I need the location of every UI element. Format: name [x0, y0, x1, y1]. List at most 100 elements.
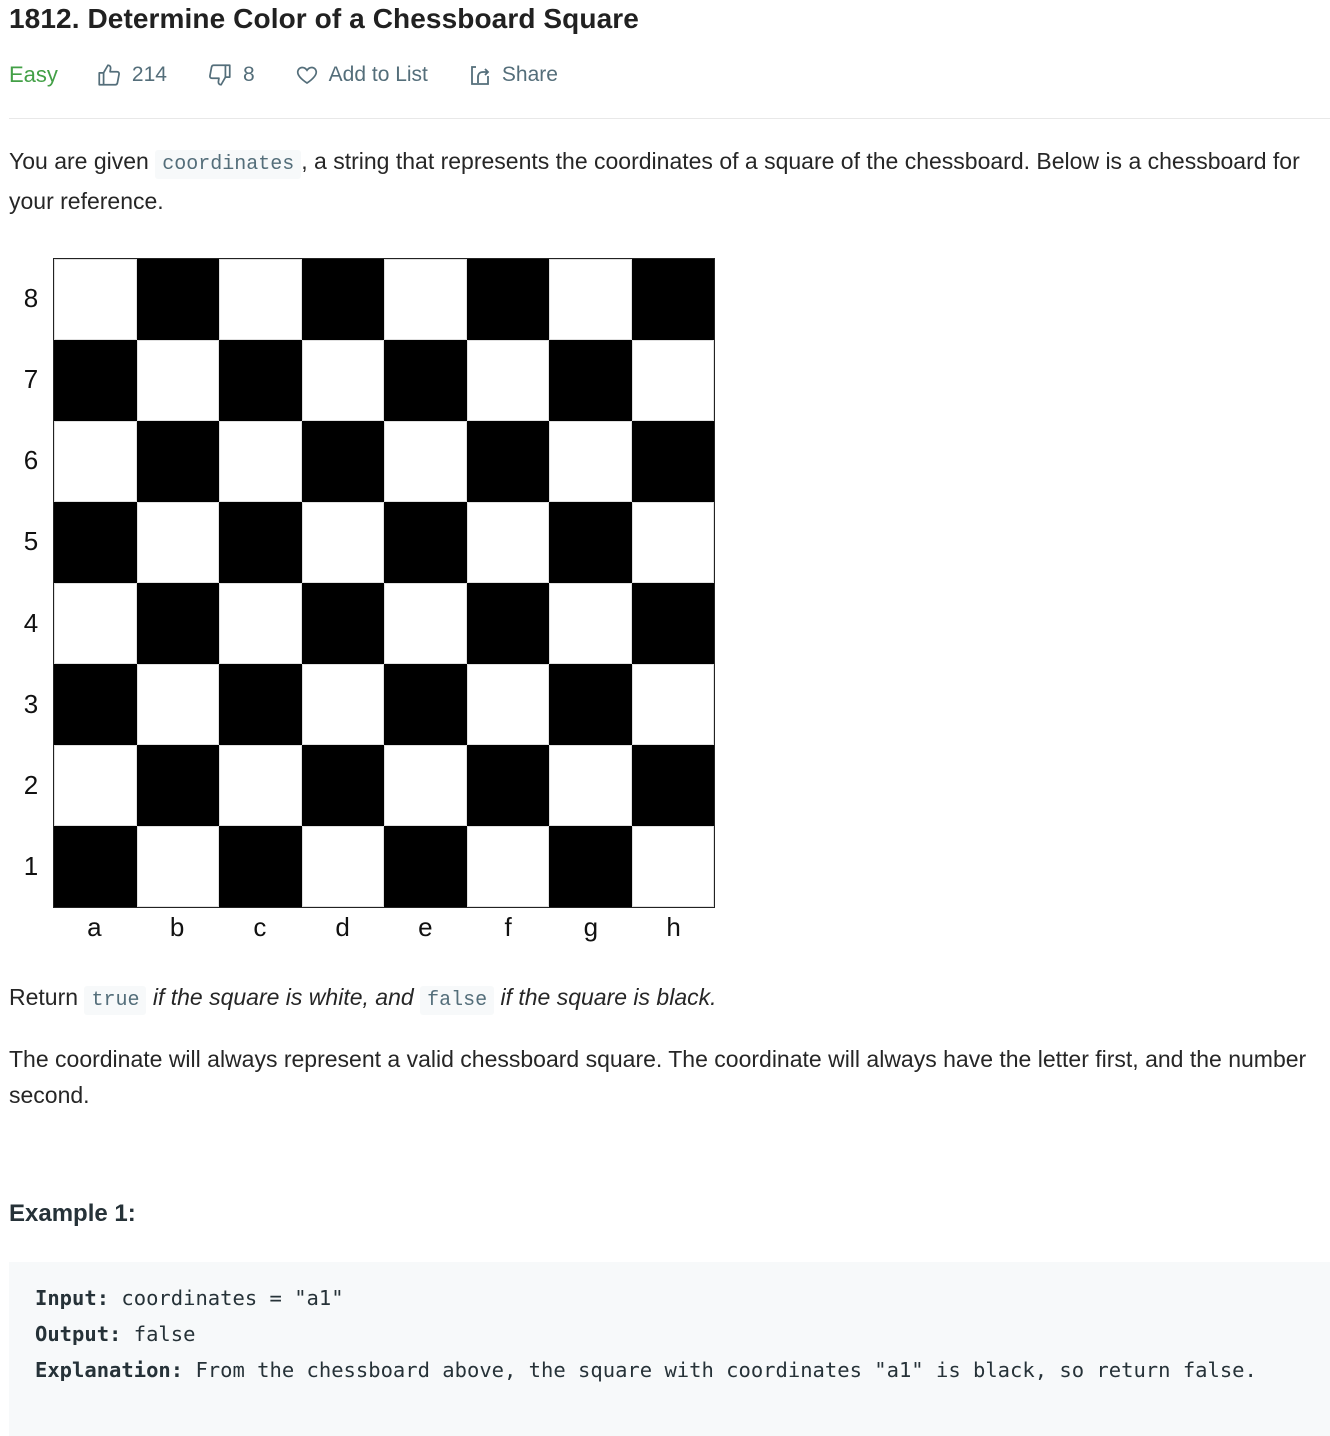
dislike-count: 8: [242, 63, 255, 86]
square-e2: [384, 745, 467, 826]
example-input-line: Input: coordinates = "a1": [35, 1286, 344, 1310]
square-b4: [136, 583, 219, 664]
file-label: a: [87, 912, 102, 942]
square-g2: [549, 745, 632, 826]
file-label: b: [169, 912, 185, 942]
square-g4: [549, 583, 632, 664]
square-d2: [301, 745, 384, 826]
file-label: d: [335, 912, 350, 942]
problem-meta-bar: Easy 214 8 Add to List Share: [9, 58, 598, 92]
square-c1: [219, 826, 302, 907]
square-b8: [136, 259, 219, 340]
square-a2: [54, 745, 137, 826]
file-label: e: [418, 912, 433, 942]
square-e3: [384, 664, 467, 745]
square-h7: [631, 340, 714, 421]
square-b2: [136, 745, 219, 826]
square-f7: [466, 340, 549, 421]
square-f8: [466, 259, 549, 340]
header-divider: [9, 118, 1330, 119]
square-e5: [384, 502, 467, 583]
square-a1: [54, 826, 137, 907]
square-d3: [301, 664, 384, 745]
square-b6: [136, 421, 219, 502]
rank-label: 8: [23, 282, 39, 313]
square-e6: [384, 421, 467, 502]
square-f6: [466, 421, 549, 502]
square-d8: [301, 259, 384, 340]
example-1-title: Example 1:: [9, 1200, 136, 1227]
like-button[interactable]: 214: [96, 62, 167, 88]
inline-code-false: false: [420, 986, 495, 1015]
square-a7: [54, 340, 137, 421]
square-e4: [384, 583, 467, 664]
square-a6: [54, 421, 137, 502]
square-f5: [466, 502, 549, 583]
square-a5: [54, 502, 137, 583]
square-a8: [54, 259, 137, 340]
square-b3: [136, 664, 219, 745]
square-h5: [631, 502, 714, 583]
inline-code-true: true: [84, 986, 147, 1015]
rank-label: 3: [23, 688, 39, 719]
square-c8: [219, 259, 302, 340]
square-e7: [384, 340, 467, 421]
heart-icon: [296, 66, 317, 84]
square-c6: [219, 421, 302, 502]
file-label: f: [504, 912, 512, 942]
rank-label: 5: [23, 526, 39, 557]
thumbs-up-icon: [98, 64, 120, 86]
difficulty-badge: Easy: [9, 62, 58, 87]
rank-label: 2: [23, 770, 39, 801]
square-g3: [549, 664, 632, 745]
rank-label: 7: [23, 363, 39, 394]
problem-title: 1812. Determine Color of a Chessboard Sq…: [9, 3, 639, 34]
file-label: c: [253, 912, 267, 942]
share-icon: [470, 66, 490, 85]
share-button[interactable]: Share: [468, 63, 558, 87]
square-f1: [466, 826, 549, 907]
square-c4: [219, 583, 302, 664]
description-paragraph-1: You are given coordinates, a string that…: [9, 148, 1300, 214]
chessboard-grid: [53, 258, 715, 908]
square-h8: [631, 259, 714, 340]
thumbs-down-icon: [208, 64, 231, 86]
square-d7: [301, 340, 384, 421]
description-paragraph-2: Return true if the square is white, and …: [9, 979, 1324, 1019]
square-c7: [219, 340, 302, 421]
rank-label: 1: [23, 851, 39, 882]
file-label: g: [583, 912, 599, 942]
square-f3: [466, 664, 549, 745]
rank-label: 4: [23, 607, 39, 638]
square-g1: [549, 826, 632, 907]
square-h6: [631, 421, 714, 502]
add-to-list-button[interactable]: Add to List: [295, 63, 428, 87]
add-to-list-label: Add to List: [328, 63, 428, 86]
square-h3: [631, 664, 714, 745]
example-output-line: Output: false: [35, 1322, 196, 1346]
square-d5: [301, 502, 384, 583]
square-d4: [301, 583, 384, 664]
description-paragraph-3: The coordinate will always represent a v…: [9, 1046, 1307, 1108]
rank-label: 6: [23, 445, 39, 476]
square-b5: [136, 502, 219, 583]
square-e1: [384, 826, 467, 907]
square-c3: [219, 664, 302, 745]
square-g5: [549, 502, 632, 583]
square-a4: [54, 583, 137, 664]
square-d6: [301, 421, 384, 502]
square-g7: [549, 340, 632, 421]
example-1-code-block: Input: coordinates = "a1" Output: false …: [9, 1262, 1330, 1436]
dislike-button[interactable]: 8: [207, 62, 255, 88]
share-label: Share: [501, 63, 558, 86]
square-h1: [631, 826, 714, 907]
square-g6: [549, 421, 632, 502]
square-a3: [54, 664, 137, 745]
square-b1: [136, 826, 219, 907]
square-d1: [301, 826, 384, 907]
square-e8: [384, 259, 467, 340]
square-b7: [136, 340, 219, 421]
square-h2: [631, 745, 714, 826]
square-g8: [549, 259, 632, 340]
inline-code-coordinates: coordinates: [155, 150, 302, 179]
